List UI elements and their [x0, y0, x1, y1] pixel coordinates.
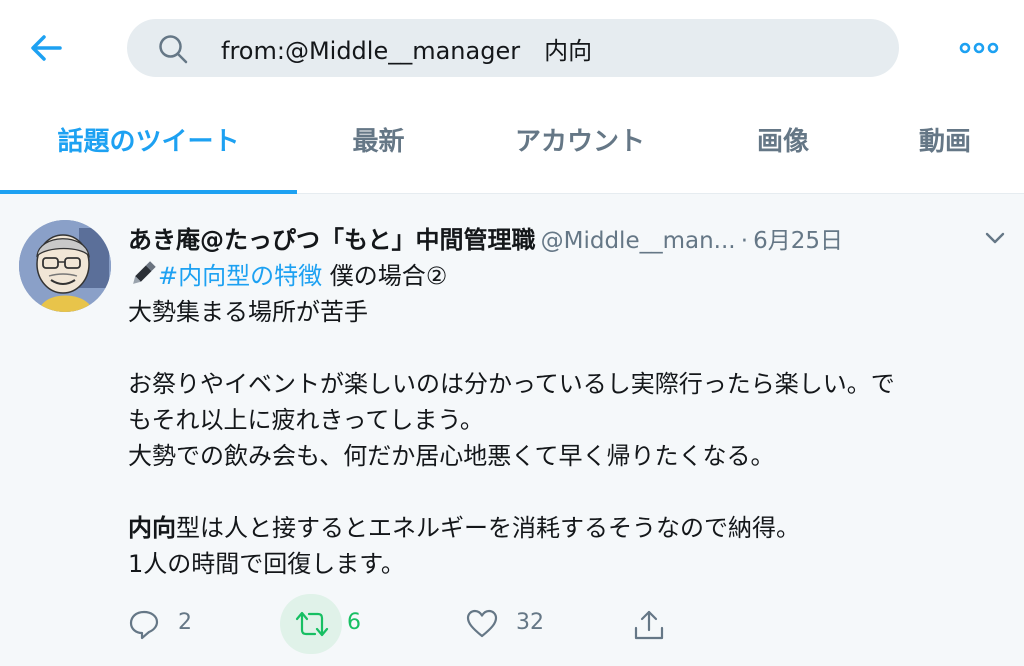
reply-button[interactable]: 2 — [126, 594, 216, 654]
search-box[interactable] — [127, 19, 899, 77]
top-bar — [0, 0, 1024, 95]
avatar-illustration — [19, 220, 111, 312]
arrow-left-icon — [31, 35, 62, 61]
more-dots-icon — [959, 42, 999, 54]
separator-dot: · — [740, 228, 749, 254]
tweet-line: 内向型は人と接するとエネルギーを消耗するそうなので納得。 — [128, 510, 1008, 546]
tweet-line: 1人の時間で回復します。 — [128, 550, 405, 578]
pen-icon — [133, 261, 156, 284]
tab-accounts[interactable]: アカウント — [460, 95, 700, 192]
share-icon — [634, 610, 664, 640]
reply-count: 2 — [178, 610, 192, 635]
search-tabs: 話題のツイート 最新 アカウント 画像 動画 — [0, 95, 1024, 194]
retweet-count: 6 — [347, 610, 361, 635]
tweet[interactable]: あき庵@たっぴつ「もと」中間管理職 @Middle__man... · 6月25… — [0, 194, 1024, 666]
like-count: 32 — [516, 610, 544, 635]
avatar[interactable] — [19, 220, 111, 312]
chevron-down-icon — [985, 232, 1005, 244]
tweet-line: 大勢集まる場所が苦手 — [128, 298, 368, 326]
tweet-line: お祭りやイベントが楽しいのは分かっているし実際行ったら楽しい。で — [128, 370, 895, 398]
tweet-header: あき庵@たっぴつ「もと」中間管理職 @Middle__man... · 6月25… — [128, 220, 1008, 260]
tweet-line-1-text: 僕の場合② — [322, 262, 448, 290]
tweet-options-button[interactable] — [982, 228, 1008, 248]
tweet-line: #内向型の特徴 僕の場合② — [128, 258, 1008, 294]
heart-icon — [466, 609, 498, 638]
back-button[interactable] — [22, 30, 70, 66]
more-options-button[interactable] — [958, 35, 1000, 61]
highlighted-keyword: 内向 — [128, 514, 176, 542]
retweet-button[interactable]: 6 — [292, 594, 382, 654]
tweet-actions: 2 6 32 — [0, 594, 1024, 654]
user-handle[interactable]: @Middle__man... — [541, 228, 736, 254]
tweet-line: 大勢での飲み会も、何だか居心地悪くて早く帰りたくなる。 — [128, 442, 775, 470]
like-button[interactable]: 32 — [464, 594, 564, 654]
tweet-text: #内向型の特徴 僕の場合② 大勢集まる場所が苦手 お祭りやイベントが楽しいのは分… — [128, 258, 1008, 582]
display-name[interactable]: あき庵@たっぴつ「もと」中間管理職 — [128, 226, 536, 254]
tab-videos[interactable]: 動画 — [866, 95, 1024, 192]
search-input[interactable] — [221, 28, 861, 68]
share-button[interactable] — [630, 594, 674, 654]
tweet-line: もそれ以上に疲れきってしまう。 — [128, 406, 484, 434]
tweet-line-6-text: 型は人と接するとエネルギーを消耗するそうなので納得。 — [176, 514, 800, 542]
tweet-date[interactable]: 6月25日 — [753, 228, 843, 254]
retweet-icon — [295, 611, 329, 637]
hashtag-link[interactable]: #内向型の特徴 — [158, 262, 322, 290]
reply-icon — [129, 610, 159, 640]
tab-top-tweets[interactable]: 話題のツイート — [0, 95, 297, 192]
tab-latest[interactable]: 最新 — [297, 95, 460, 192]
search-icon — [159, 35, 188, 64]
tab-photos[interactable]: 画像 — [700, 95, 866, 192]
